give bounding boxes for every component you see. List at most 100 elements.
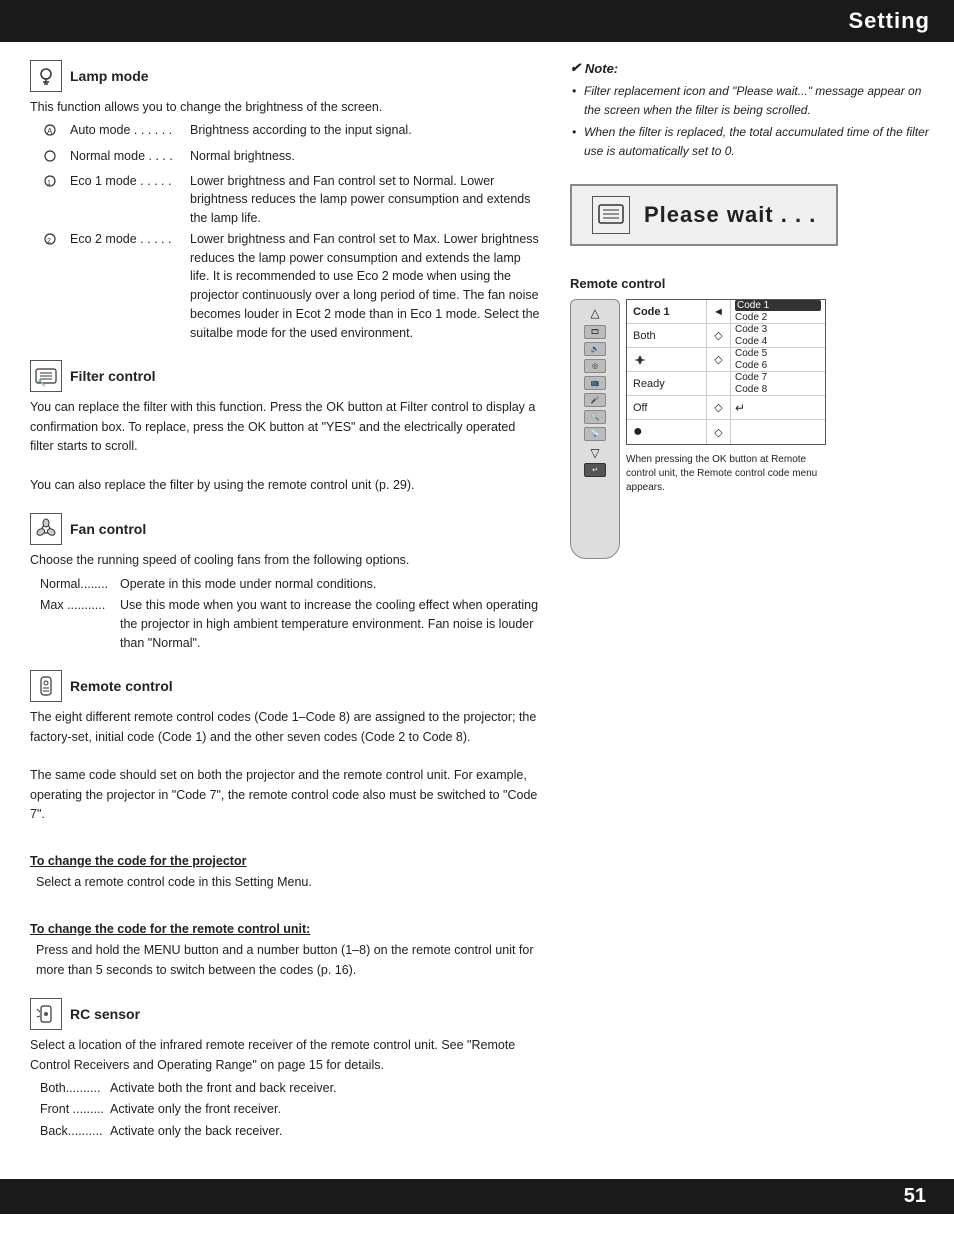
- lamp-mode-section: Lamp mode This function allows you to ch…: [30, 60, 540, 342]
- note-list: Filter replacement icon and "Please wait…: [570, 82, 934, 160]
- remote-btn-2: 🔊: [584, 342, 606, 356]
- page-number: 51: [904, 1185, 926, 1207]
- fan-control-table: Normal........ Operate in this mode unde…: [30, 575, 540, 653]
- remote-btn-ok: ↵: [584, 463, 606, 477]
- rc-back-label: Back..........: [40, 1122, 110, 1141]
- remote-body1: The eight different remote control codes…: [30, 708, 540, 747]
- lamp-eco2-icon: 2: [40, 231, 70, 253]
- lamp-mode-title: Lamp mode: [70, 68, 149, 84]
- please-wait-icon: [592, 196, 630, 234]
- code7-item: Code 7: [735, 372, 821, 383]
- menu-arrow-2: ◇: [707, 324, 731, 347]
- remote-subheading2: To change the code for the remote contro…: [30, 920, 540, 939]
- menu-off-label: Off: [627, 396, 707, 419]
- remote-btn-6: 🔍: [584, 410, 606, 424]
- note-title: Note:: [570, 60, 934, 76]
- menu-codes-right: Code 1 Code 2: [731, 298, 825, 325]
- menu-arrow-4: [707, 372, 731, 395]
- menu-arrow-1: ◄: [707, 300, 731, 323]
- please-wait-text: Please wait . . .: [644, 202, 816, 228]
- code1-item: Code 1: [735, 300, 821, 311]
- filter-control-section: 🔧 Filter control You can replace the fil…: [30, 360, 540, 495]
- rc-sensor-title: RC sensor: [70, 1006, 140, 1022]
- filter-control-header: 🔧 Filter control: [30, 360, 540, 392]
- remote-control-section: Remote control The eight different remot…: [30, 670, 540, 980]
- page-header: Setting: [0, 0, 954, 42]
- fan-control-icon: [30, 513, 62, 545]
- filter-control-icon: 🔧: [30, 360, 62, 392]
- code3-item: Code 3: [735, 324, 821, 335]
- remote-diagram-section: Remote control △ 🎞 🔊 ◎ 📺 🎤 🔍 📡 ▽: [570, 276, 934, 559]
- lamp-eco1-label: Eco 1 mode . . . . .: [70, 172, 190, 191]
- menu-row-3: ◇ Code 5 Code 6: [627, 348, 825, 372]
- fan-control-title: Fan control: [70, 521, 146, 537]
- remote-btn-7: 📡: [584, 427, 606, 441]
- rc-both-row: Both.......... Activate both the front a…: [40, 1079, 540, 1098]
- remote-diagram: △ 🎞 🔊 ◎ 📺 🎤 🔍 📡 ▽ ↵: [570, 299, 934, 559]
- svg-text:A: A: [47, 127, 53, 136]
- code-ok-icon: ↵: [735, 401, 821, 415]
- remote-control-icon: [30, 670, 62, 702]
- rc-sensor-header: RC sensor: [30, 998, 540, 1030]
- lamp-normal-label: Normal mode . . . .: [70, 147, 190, 166]
- note-box: Note: Filter replacement icon and "Pleas…: [570, 60, 934, 160]
- menu-ready-label: Ready: [627, 372, 707, 395]
- menu-codes-right-2: Code 3 Code 4: [731, 322, 825, 349]
- menu-code1-label: Code 1: [627, 300, 707, 323]
- remote-btn-3: ◎: [584, 359, 606, 373]
- remote-control-title: Remote control: [70, 678, 173, 694]
- main-content: Lamp mode This function allows you to ch…: [0, 42, 954, 1159]
- right-column: Note: Filter replacement icon and "Pleas…: [560, 60, 954, 1159]
- lamp-auto-desc: Brightness according to the input signal…: [190, 121, 540, 140]
- svg-text:2: 2: [47, 238, 51, 245]
- filter-control-title: Filter control: [70, 368, 156, 384]
- lamp-row-normal: Normal mode . . . . Normal brightness.: [40, 147, 540, 170]
- fan-max-desc: Use this mode when you want to increase …: [120, 596, 540, 652]
- rc-sensor-icon: [30, 998, 62, 1030]
- menu-arrow-5: ◇: [707, 396, 731, 419]
- remote-btn-4: 📺: [584, 376, 606, 390]
- remote-subheading1: To change the code for the projector: [30, 852, 540, 871]
- fan-row-max: Max ........... Use this mode when you w…: [40, 596, 540, 652]
- lamp-eco2-label: Eco 2 mode . . . . .: [70, 230, 190, 249]
- rc-sensor-section: RC sensor Select a location of the infra…: [30, 998, 540, 1141]
- menu-row-1: Code 1 ◄ Code 1 Code 2: [627, 300, 825, 324]
- lamp-mode-table: A Auto mode . . . . . . Brightness accor…: [30, 121, 540, 342]
- filter-control-body: You can replace the filter with this fun…: [30, 398, 540, 495]
- lamp-row-eco1: 1 Eco 1 mode . . . . . Lower brightness …: [40, 172, 540, 228]
- remote-body2: The same code should set on both the pro…: [30, 766, 540, 824]
- svg-text:1: 1: [47, 180, 51, 187]
- lamp-mode-header: Lamp mode: [30, 60, 540, 92]
- lamp-row-auto: A Auto mode . . . . . . Brightness accor…: [40, 121, 540, 144]
- menu-row-4: Ready Code 7 Code 8: [627, 372, 825, 396]
- note-item-2: When the filter is replaced, the total a…: [570, 123, 934, 160]
- page-number-bar: 51: [0, 1179, 954, 1214]
- lamp-row-eco2: 2 Eco 2 mode . . . . . Lower brightness …: [40, 230, 540, 343]
- rc-sensor-table: Both.......... Activate both the front a…: [30, 1079, 540, 1141]
- lamp-normal-desc: Normal brightness.: [190, 147, 540, 166]
- menu-codes-right-3: Code 5 Code 6: [731, 346, 825, 373]
- menu-codes-right-5: ↵: [731, 399, 825, 417]
- code8-item: Code 8: [735, 384, 821, 395]
- code5-item: Code 5: [735, 348, 821, 359]
- fan-row-normal: Normal........ Operate in this mode unde…: [40, 575, 540, 594]
- remote-subtext1: Select a remote control code in this Set…: [30, 873, 540, 892]
- fan-normal-label: Normal........: [40, 575, 120, 594]
- remote-btn-5: 🎤: [584, 393, 606, 407]
- remote-diagram-title: Remote control: [570, 276, 934, 291]
- menu-row-5: Off ◇ ↵: [627, 396, 825, 420]
- svg-text:🔧: 🔧: [37, 378, 46, 387]
- lamp-mode-intro: This function allows you to change the b…: [30, 98, 540, 342]
- menu-arrow-3: ◇: [707, 348, 731, 371]
- lamp-auto-label: Auto mode . . . . . .: [70, 121, 190, 140]
- menu-dot-label: ●: [627, 420, 707, 444]
- menu-empty1: [627, 348, 707, 371]
- remote-menu-popup: Code 1 ◄ Code 1 Code 2 Both ◇: [626, 299, 826, 495]
- rc-front-label: Front .........: [40, 1100, 110, 1119]
- lamp-eco1-icon: 1: [40, 173, 70, 195]
- fan-control-section: Fan control Choose the running speed of …: [30, 513, 540, 652]
- menu-both-label: Both: [627, 324, 707, 347]
- lamp-mode-icon: [30, 60, 62, 92]
- rc-back-row: Back.......... Activate only the back re…: [40, 1122, 540, 1141]
- menu-arrow-6: ◇: [707, 420, 731, 444]
